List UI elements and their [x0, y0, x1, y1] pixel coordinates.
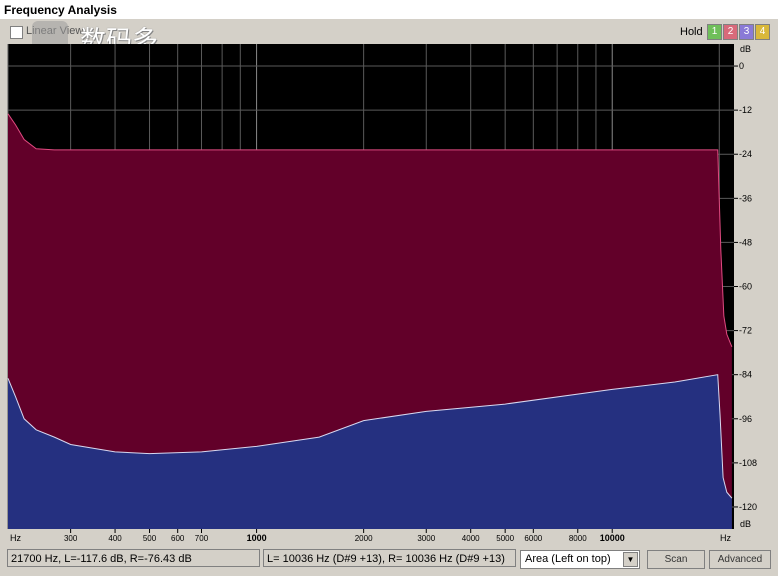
db-axis: dB 0 -12 -24 -36 -48 -60 -72 -84 -96 -108 -120 dB	[734, 44, 776, 529]
freq-tick-label: 500	[143, 534, 157, 543]
freq-tick-label: 8000	[569, 534, 587, 543]
db-tick-label: -36	[739, 193, 752, 203]
db-tick-label: -96	[739, 414, 752, 424]
hold-button-4[interactable]: 4	[755, 24, 770, 40]
freq-tick-label: 3000	[417, 534, 435, 543]
advanced-button[interactable]: Advanced	[709, 550, 771, 569]
freq-tick-label: 6000	[524, 534, 542, 543]
title-bar: Frequency Analysis	[0, 0, 778, 19]
series-l-area	[8, 374, 732, 529]
cursor-readout: 21700 Hz, L=-117.6 dB, R=-76.43 dB	[7, 549, 260, 567]
freq-tick-label: 600	[171, 534, 185, 543]
hz-unit-label-right: Hz	[720, 533, 731, 543]
db-tick-label: -108	[739, 458, 757, 468]
db-tick-label: -12	[739, 105, 752, 115]
frequency-axis-panel	[8, 529, 734, 546]
db-tick-label: -24	[739, 149, 752, 159]
db-unit-label: dB	[740, 44, 751, 54]
series-r-area	[8, 113, 732, 529]
freq-tick-label: 700	[195, 534, 209, 543]
hold-button-1[interactable]: 1	[707, 24, 722, 40]
freq-tick-label: 5000	[496, 534, 514, 543]
freq-tick-label: 1000	[247, 533, 267, 543]
db-tick-label: 0	[739, 61, 744, 71]
display-mode-value: Area (Left on top)	[525, 553, 611, 565]
hold-button-2[interactable]: 2	[723, 24, 738, 40]
hz-unit-label-left: Hz	[10, 533, 21, 543]
freq-tick-label: 2000	[355, 534, 373, 543]
db-axis-panel	[734, 44, 776, 529]
hold-label: Hold	[680, 26, 703, 38]
db-tick-label: -84	[739, 370, 752, 380]
watermark-logo-icon	[32, 21, 68, 67]
frequency-plot[interactable]: dB 0 -12 -24 -36 -48 -60 -72 -84 -96 -108 -120 dB Hz…	[0, 0, 778, 576]
peak-readout: L= 10036 Hz (D#9 +13), R= 10036 Hz (D#9 …	[263, 549, 516, 567]
series-r-edge	[7, 113, 733, 347]
scan-button[interactable]: Scan	[647, 550, 705, 569]
chevron-down-icon[interactable]: ▼	[623, 552, 638, 567]
frequency-axis: Hz Hz 300 400 500 600 700 1000 2000 3000 4000 5000 6…	[8, 529, 734, 546]
plot-grid	[7, 44, 734, 529]
db-unit-label-bottom: dB	[740, 519, 751, 529]
plot-background	[8, 44, 734, 529]
freq-tick-label: 10000	[600, 533, 625, 543]
db-tick-label: -60	[739, 282, 752, 292]
linear-view-checkbox[interactable]	[10, 26, 23, 39]
db-tick-label: -48	[739, 237, 752, 247]
hold-button-3[interactable]: 3	[739, 24, 754, 40]
freq-tick-label: 300	[64, 534, 78, 543]
freq-tick-label: 400	[108, 534, 122, 543]
db-tick-label: -72	[739, 326, 752, 336]
watermark-domain-text: Soomal.com	[82, 51, 149, 65]
series-l-edge	[7, 374, 733, 499]
display-mode-select[interactable]: Area (Left on top) ▼	[520, 550, 640, 569]
window-title: Frequency Analysis	[4, 3, 117, 17]
freq-tick-label: 4000	[462, 534, 480, 543]
db-tick-label: -120	[739, 502, 757, 512]
